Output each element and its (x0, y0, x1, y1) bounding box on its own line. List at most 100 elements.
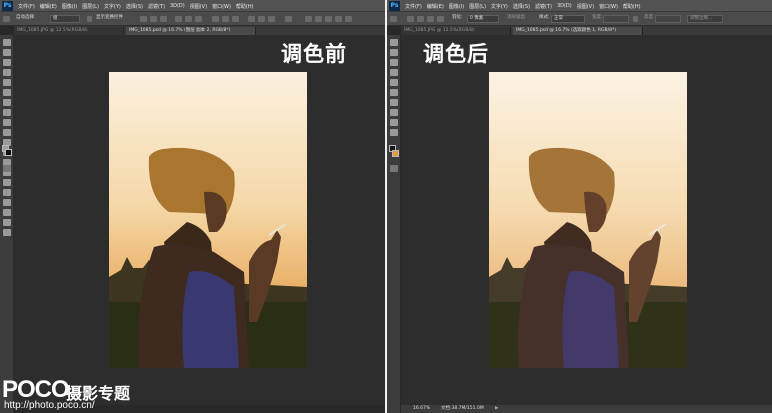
photo-before (109, 72, 307, 368)
width-input[interactable] (603, 15, 629, 23)
menu-item[interactable]: 图像(I) (62, 3, 77, 10)
background-color-swatch[interactable] (5, 149, 12, 156)
history-brush-tool-icon[interactable] (390, 129, 398, 136)
healing-brush-tool-icon[interactable] (3, 99, 11, 106)
3d-rotate-icon[interactable] (305, 16, 312, 22)
quick-mask-icon[interactable] (3, 165, 11, 172)
height-input[interactable] (655, 15, 681, 23)
align-left-icon[interactable] (175, 16, 182, 22)
distribute-center-icon[interactable] (258, 16, 265, 22)
hand-tool-icon[interactable] (3, 219, 11, 226)
menu-item[interactable]: 帮助(H) (236, 3, 254, 10)
menu-item[interactable]: 编辑(E) (427, 3, 444, 10)
swap-icon[interactable] (633, 16, 638, 22)
distribute-middle-icon[interactable] (222, 16, 229, 22)
align-middle-icon[interactable] (150, 16, 157, 22)
document-tabs: IMG_1085.JPG @ 12.5%(RGB/8) IMG_1085.psd… (14, 26, 385, 35)
background-color-swatch[interactable] (392, 150, 399, 157)
distribute-top-icon[interactable] (212, 16, 219, 22)
poco-url[interactable]: http://photo.poco.cn/ (4, 400, 95, 411)
move-tool-icon[interactable] (390, 39, 398, 46)
add-selection-icon[interactable] (417, 16, 424, 22)
subtract-selection-icon[interactable] (427, 16, 434, 22)
menu-item[interactable]: 图层(L) (82, 3, 99, 10)
status-arrow-icon[interactable]: ▶ (495, 405, 498, 413)
tab-jpg-document[interactable]: IMG_1085.JPG @ 12.5%(RGB/8) (401, 27, 511, 35)
brush-tool-icon[interactable] (390, 109, 398, 116)
menu-item[interactable]: 窗口(W) (599, 3, 618, 10)
menu-item[interactable]: 文字(Y) (104, 3, 121, 10)
zoom-tool-icon[interactable] (3, 229, 11, 236)
style-dropdown[interactable]: 正常 (551, 15, 585, 23)
eyedropper-tool-icon[interactable] (390, 89, 398, 96)
move-tool-icon[interactable] (3, 16, 10, 22)
feather-input[interactable]: 0 像素 (467, 15, 499, 23)
menu-item[interactable]: 3D(D) (557, 3, 572, 9)
lasso-tool-icon[interactable] (3, 59, 11, 66)
marquee-tool-icon[interactable] (390, 49, 398, 56)
new-selection-icon[interactable] (407, 16, 414, 22)
menu-item[interactable]: 选择(S) (513, 3, 530, 10)
eyedropper-tool-icon[interactable] (3, 89, 11, 96)
3d-roll-icon[interactable] (315, 16, 322, 22)
photo-after (489, 72, 687, 368)
type-tool-icon[interactable] (3, 189, 11, 196)
3d-slide-icon[interactable] (335, 16, 342, 22)
clone-stamp-tool-icon[interactable] (3, 119, 11, 126)
zoom-level[interactable]: 16.67% (413, 405, 430, 413)
show-transform-checkbox[interactable] (87, 16, 92, 22)
menu-item[interactable]: 视图(V) (577, 3, 594, 10)
distribute-right-icon[interactable] (268, 16, 275, 22)
tab-psd-document[interactable]: IMG_1085.psd @ 16.7% (选取颜色 1, RGB/8*) (513, 27, 643, 35)
menu-item[interactable]: 窗口(W) (212, 3, 231, 10)
healing-brush-tool-icon[interactable] (390, 99, 398, 106)
clone-stamp-tool-icon[interactable] (390, 119, 398, 126)
distribute-bottom-icon[interactable] (232, 16, 239, 22)
tab-jpg-document[interactable]: IMG_1085.JPG @ 12.5%(RGB/8) (14, 27, 124, 35)
history-brush-tool-icon[interactable] (3, 129, 11, 136)
menu-item[interactable]: 帮助(H) (623, 3, 641, 10)
align-center-icon[interactable] (185, 16, 192, 22)
marquee-tool-icon[interactable] (3, 49, 11, 56)
menu-item[interactable]: 视图(V) (190, 3, 207, 10)
options-bar: 自动选择: 组 显示变换控件 (0, 12, 385, 26)
intersect-selection-icon[interactable] (437, 16, 444, 22)
refine-edge-button[interactable]: 调整边缘... (687, 15, 723, 23)
menu-item[interactable]: 3D(D) (170, 3, 185, 9)
quick-select-tool-icon[interactable] (390, 69, 398, 76)
align-right-icon[interactable] (195, 16, 202, 22)
menu-item[interactable]: 文件(F) (405, 3, 422, 10)
menu-item[interactable]: 编辑(E) (40, 3, 57, 10)
crop-tool-icon[interactable] (390, 79, 398, 86)
shape-tool-icon[interactable] (3, 209, 11, 216)
path-select-tool-icon[interactable] (3, 199, 11, 206)
brush-tool-icon[interactable] (3, 109, 11, 116)
menu-item[interactable]: 滤镜(T) (148, 3, 165, 10)
quick-select-tool-icon[interactable] (3, 69, 11, 76)
auto-align-icon[interactable] (285, 16, 292, 22)
lasso-tool-icon[interactable] (390, 59, 398, 66)
3d-scale-icon[interactable] (345, 16, 352, 22)
distribute-left-icon[interactable] (248, 16, 255, 22)
move-tool-icon[interactable] (3, 39, 11, 46)
auto-select-dropdown[interactable]: 组 (50, 15, 80, 23)
portrait-photo-after (489, 72, 687, 368)
align-top-icon[interactable] (140, 16, 147, 22)
menu-item[interactable]: 图像(I) (449, 3, 464, 10)
align-bottom-icon[interactable] (160, 16, 167, 22)
quick-mask-icon[interactable] (390, 165, 398, 172)
menu-item[interactable]: 选择(S) (126, 3, 143, 10)
document-tabs: IMG_1085.JPG @ 12.5%(RGB/8) IMG_1085.psd… (401, 26, 772, 35)
menu-item[interactable]: 图层(L) (469, 3, 486, 10)
tab-psd-document[interactable]: IMG_1085.psd @ 16.7% (图层 副本 2, RGB/8*) (126, 27, 256, 35)
menu-item[interactable]: 文件(F) (18, 3, 35, 10)
crop-tool-icon[interactable] (3, 79, 11, 86)
marquee-tool-icon[interactable] (390, 16, 397, 22)
antialias-label[interactable]: 消除锯齿 (505, 15, 527, 23)
menu-item[interactable]: 文字(Y) (491, 3, 508, 10)
menu-item[interactable]: 滤镜(T) (535, 3, 552, 10)
options-bar: 羽化: 0 像素 消除锯齿 样式: 正常 宽度: 高度: 调整边缘... (387, 12, 772, 26)
3d-pan-icon[interactable] (325, 16, 332, 22)
auto-select-label: 自动选择: (16, 15, 36, 20)
pen-tool-icon[interactable] (3, 179, 11, 186)
